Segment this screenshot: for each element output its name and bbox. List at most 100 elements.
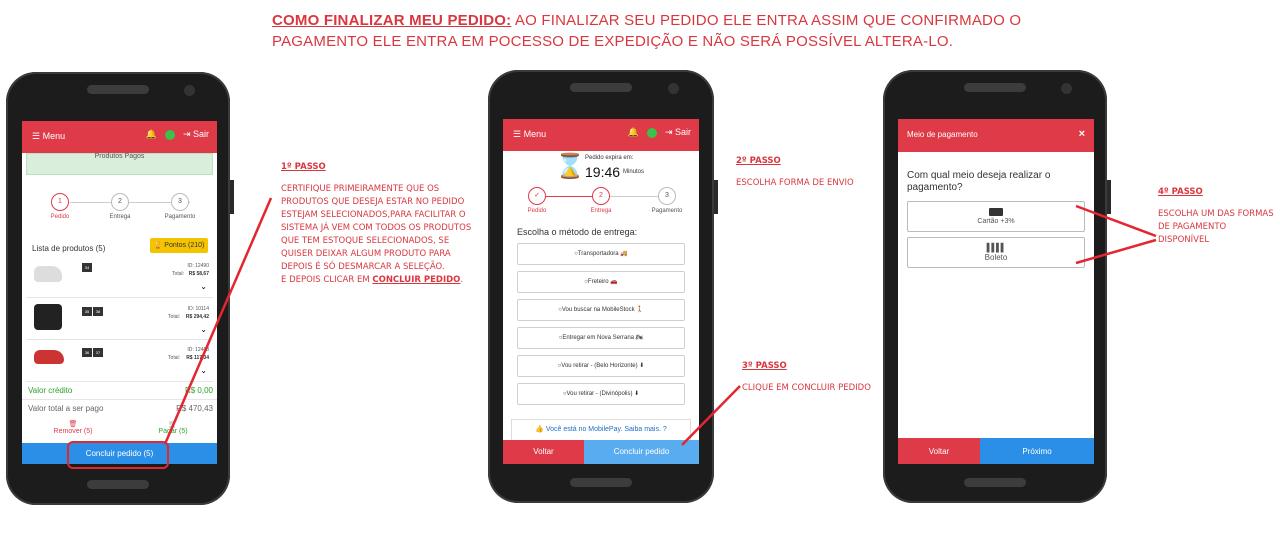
product-row[interactable]: 34 ID: 12490 Total: R$ 58,67 ⌄ xyxy=(26,258,213,298)
delivery-heading: Escolha o método de entrega: xyxy=(517,227,638,237)
screen-1: ☰ Menu 🔔 ⇥ Sair Produtos Pagos 1 Pedido 2… xyxy=(22,121,217,464)
size-badge: 37 xyxy=(93,348,103,357)
step-pedido: 1 Pedido xyxy=(30,193,90,220)
boleto-label: Boleto xyxy=(984,253,1008,262)
product-image xyxy=(34,266,62,282)
card-label: Cartão +3% xyxy=(977,218,1015,225)
product-image xyxy=(34,304,62,330)
mobilepay-label: Você está no MobilePay. Saiba mais. xyxy=(545,426,661,433)
page-title: COMO FINALIZAR MEU PEDIDO: AO FINALIZAR … xyxy=(272,10,1032,52)
bell-icon[interactable]: 🔔 xyxy=(628,127,639,138)
total-label: Valor total a ser pago xyxy=(28,404,104,413)
option-label: Entregar em Nova Serrana 🏍 xyxy=(562,335,644,341)
step-label: Pedido xyxy=(527,208,547,214)
step-pagamento: 3 Pagamento xyxy=(150,193,210,220)
logout-label: Sair xyxy=(192,129,209,139)
product-row[interactable]: 35 38 ID: 10114 Total: R$ 294,42 ⌄ xyxy=(26,298,213,340)
option-label: Vou buscar na MobileStock 🚶 xyxy=(561,307,644,313)
tutorial-canvas: { "title": { "lead": "COMO FINALIZAR MEU… xyxy=(0,0,1280,533)
step-label: Entrega xyxy=(109,214,131,220)
menu-button[interactable]: ☰ Menu xyxy=(32,131,65,142)
delivery-option[interactable]: ○Transportadora 🚚 xyxy=(517,243,685,265)
bottom-speaker xyxy=(964,478,1026,487)
product-total-label: Total: xyxy=(172,271,184,277)
product-id: ID: 12490 xyxy=(187,263,209,269)
product-total-label: Total: xyxy=(168,355,180,361)
paid-products-banner[interactable]: Produtos Pagos xyxy=(26,153,213,175)
credit-card-icon xyxy=(989,208,1003,216)
step2-body: ESCOLHA FORMA DE ENVIO xyxy=(736,178,854,188)
delivery-option[interactable]: ○Vou buscar na MobileStock 🚶 xyxy=(517,299,685,321)
step4-title: 4º PASSO xyxy=(1158,187,1203,197)
step3-note: 3º PASSO CLIQUE EM CONCLUIR PEDIDO xyxy=(742,360,892,395)
hourglass-icon: ⌛ xyxy=(555,153,585,180)
screen-3: Meio de pagamento × Com qual meio deseja… xyxy=(898,119,1094,464)
mobilepay-banner[interactable]: 👍 Você está no MobilePay. Saiba mais. ? xyxy=(511,419,691,441)
remove-button[interactable]: 🗑 Remover (5) xyxy=(48,420,98,435)
product-total: R$ 58,67 xyxy=(188,271,209,277)
product-total-label: Total: xyxy=(168,314,180,320)
timer-unit: Minutos xyxy=(623,169,645,175)
delivery-option[interactable]: ○Vou retirar - (Belo Horizonte) ⬇ xyxy=(517,355,685,377)
next-button[interactable]: Próximo xyxy=(980,438,1094,464)
bottom-speaker xyxy=(87,480,149,489)
back-button[interactable]: Voltar xyxy=(898,438,980,464)
step3-title: 3º PASSO xyxy=(742,361,787,371)
step1-title: 1º PASSO xyxy=(281,162,326,172)
step4-note: 4º PASSO ESCOLHA UM DAS FORMAS DE PAGAME… xyxy=(1158,186,1276,247)
banner-label: Produtos Pagos xyxy=(94,153,145,160)
chevron-down-icon[interactable]: ⌄ xyxy=(200,282,207,291)
side-button xyxy=(1107,180,1111,214)
size-badge: 36 xyxy=(82,348,92,357)
expires-label: Pedido expira em: xyxy=(585,155,634,161)
step-entrega: 2 Entrega xyxy=(571,187,631,214)
logout-label: Sair xyxy=(674,127,691,137)
menu-button[interactable]: ☰ Menu xyxy=(513,129,546,140)
list-title: Lista de produtos (5) xyxy=(32,244,106,253)
step1-note: 1º PASSO CERTIFIQUE PRIMEIRAMENTE QUE OS… xyxy=(281,162,472,285)
bottom-actions: Voltar Próximo xyxy=(898,438,1094,464)
points-button[interactable]: 🏆 Pontos (210) xyxy=(150,238,208,253)
product-image xyxy=(34,350,64,364)
step1-link: CONCLUIR PEDIDO xyxy=(372,275,461,285)
card-option[interactable]: Cartão +3% xyxy=(907,201,1085,232)
side-button xyxy=(230,180,234,214)
back-button[interactable]: Voltar xyxy=(503,440,584,464)
step-label: Entrega xyxy=(590,208,612,214)
close-icon[interactable]: × xyxy=(1079,128,1085,140)
trash-icon: 🗑 xyxy=(68,421,78,428)
chevron-down-icon[interactable]: ⌄ xyxy=(200,366,207,375)
conclude-order-button[interactable]: Concluir pedido xyxy=(584,440,699,464)
delivery-option[interactable]: ○Freteiro 🚗 xyxy=(517,271,685,293)
size-badge: 38 xyxy=(93,307,103,316)
logout-button[interactable]: ⇥ Sair xyxy=(665,127,691,138)
pay-button[interactable]: 🛒 Pagar (5) xyxy=(148,420,198,435)
progress-steps: ✓ Pedido 2 Entrega 3 Pagamento xyxy=(503,187,699,227)
help-icon: ? xyxy=(662,426,667,433)
boleto-option[interactable]: ▌▌▌▌ Boleto xyxy=(907,237,1085,268)
bell-icon[interactable]: 🔔 xyxy=(146,129,157,140)
bottom-actions: Voltar Concluir pedido xyxy=(503,440,699,464)
title-lead: COMO FINALIZAR MEU PEDIDO: xyxy=(272,12,512,29)
whatsapp-icon[interactable] xyxy=(646,127,657,138)
barcode-icon: ▌▌▌▌ xyxy=(986,243,1007,252)
delivery-option[interactable]: ○Vou retirar - (Divinópolis) ⬇ xyxy=(517,383,685,405)
screen-2: ☰ Menu 🔔 ⇥ Sair ⌛ Pedido expira em: 19:4… xyxy=(503,119,699,464)
option-label: Transportadora 🚚 xyxy=(577,251,628,257)
remove-label: Remover (5) xyxy=(53,428,93,435)
step-label: Pagamento xyxy=(164,214,196,220)
thumbs-up-icon: 👍 xyxy=(535,426,544,433)
chevron-down-icon[interactable]: ⌄ xyxy=(200,325,207,334)
pay-label: Pagar (5) xyxy=(158,428,188,435)
menu-label: Menu xyxy=(523,129,547,139)
whatsapp-icon[interactable] xyxy=(164,129,175,140)
logout-button[interactable]: ⇥ Sair xyxy=(183,129,209,140)
product-id: ID: 12488 xyxy=(187,347,209,353)
points-label: Pontos (210) xyxy=(164,242,205,249)
credit-label: Valor crédito xyxy=(28,386,73,395)
delivery-option[interactable]: ○Entregar em Nova Serrana 🏍 xyxy=(517,327,685,349)
modal-title: Meio de pagamento xyxy=(907,130,978,139)
phone-3: Meio de pagamento × Com qual meio deseja… xyxy=(883,70,1111,503)
product-row[interactable]: 36 37 ID: 12488 Total: R$ 117,34 ⌄ xyxy=(26,340,213,382)
step-pagamento: 3 Pagamento xyxy=(637,187,697,214)
